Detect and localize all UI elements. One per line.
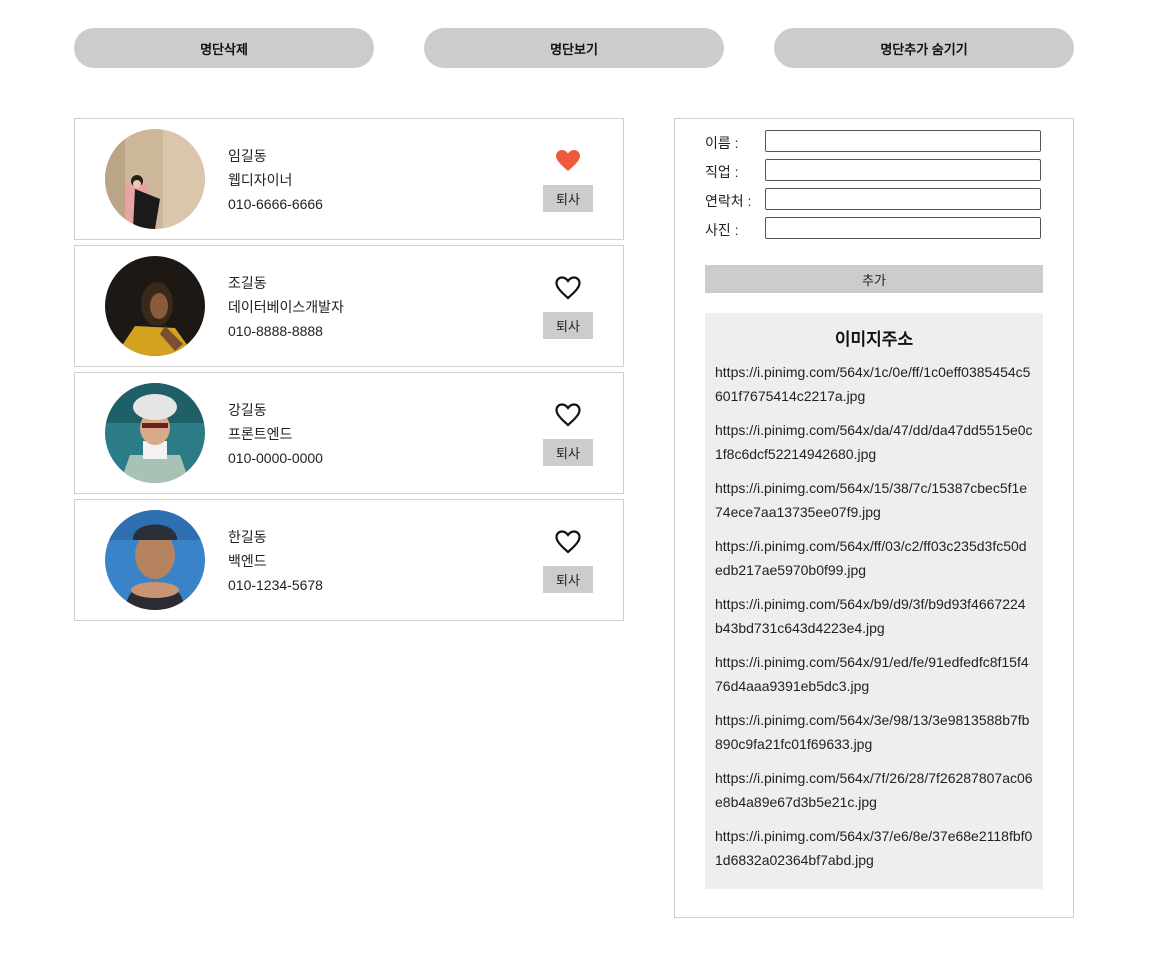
image-url-item: https://i.pinimg.com/564x/91/ed/fe/91edf… <box>715 654 1029 694</box>
image-url-list: 이미지주소 https://i.pinimg.com/564x/1c/0e/ff… <box>705 313 1043 889</box>
employee-card: 강길동 프론트엔드 010-0000-0000 퇴사 <box>74 372 624 494</box>
image-url-title: 이미지주소 <box>834 330 914 349</box>
image-url-item: https://i.pinimg.com/564x/15/38/7c/15387… <box>715 480 1028 520</box>
quit-button[interactable]: 퇴사 <box>543 566 593 593</box>
job-input[interactable] <box>765 159 1041 181</box>
employee-card: 한길동 백엔드 010-1234-5678 퇴사 <box>74 499 624 621</box>
employee-info: 조길동 데이터베이스개발자 010-8888-8888 <box>228 271 344 343</box>
quit-button[interactable]: 퇴사 <box>543 439 593 466</box>
image-url-item: https://i.pinimg.com/564x/37/e6/8e/37e68… <box>715 828 1033 868</box>
delete-list-button[interactable]: 명단삭제 <box>74 28 374 68</box>
employee-photo <box>105 383 205 483</box>
photo-label: 사진 : <box>705 222 739 238</box>
phone-label: 연락처 : <box>705 193 752 209</box>
image-url-item: https://i.pinimg.com/564x/ff/03/c2/ff03c… <box>715 538 1027 578</box>
employee-phone: 010-6666-6666 <box>228 196 323 212</box>
employee-info: 한길동 백엔드 010-1234-5678 <box>228 525 323 597</box>
name-label: 이름 : <box>705 135 739 151</box>
quit-button[interactable]: 퇴사 <box>543 312 593 339</box>
heart-outline-icon[interactable] <box>555 530 581 554</box>
job-label: 직업 : <box>705 164 739 180</box>
employee-card: 조길동 데이터베이스개발자 010-8888-8888 퇴사 <box>74 245 624 367</box>
quit-button[interactable]: 퇴사 <box>543 185 593 212</box>
employee-name: 강길동 <box>228 402 267 418</box>
add-button[interactable]: 추가 <box>705 265 1043 293</box>
toggle-add-form-button[interactable]: 명단추가 숨기기 <box>774 28 1074 68</box>
employee-job: 프론트엔드 <box>228 426 293 442</box>
heart-outline-icon[interactable] <box>555 276 581 300</box>
employee-card: 임길동 웹디자이너 010-6666-6666 퇴사 <box>74 118 624 240</box>
heart-filled-icon[interactable] <box>555 149 581 173</box>
image-url-item: https://i.pinimg.com/564x/da/47/dd/da47d… <box>715 422 1033 462</box>
employee-job: 데이터베이스개발자 <box>228 299 344 315</box>
employee-job: 웹디자이너 <box>228 172 293 188</box>
employee-name: 한길동 <box>228 529 267 545</box>
employee-phone: 010-0000-0000 <box>228 450 323 466</box>
heart-outline-icon[interactable] <box>555 403 581 427</box>
phone-input[interactable] <box>765 188 1041 210</box>
employee-name: 임길동 <box>228 148 267 164</box>
employee-name: 조길동 <box>228 275 267 291</box>
employee-job: 백엔드 <box>228 553 267 569</box>
image-url-item: https://i.pinimg.com/564x/b9/d9/3f/b9d93… <box>715 596 1026 636</box>
employee-info: 임길동 웹디자이너 010-6666-6666 <box>228 144 323 216</box>
image-url-item: https://i.pinimg.com/564x/3e/98/13/3e981… <box>715 712 1030 752</box>
image-url-item: https://i.pinimg.com/564x/7f/26/28/7f262… <box>715 770 1033 810</box>
employee-info: 강길동 프론트엔드 010-0000-0000 <box>228 398 323 470</box>
employee-phone: 010-1234-5678 <box>228 577 323 593</box>
image-url-item: https://i.pinimg.com/564x/1c/0e/ff/1c0ef… <box>715 364 1031 404</box>
employee-photo <box>105 256 205 356</box>
add-employee-panel: 이름 : 직업 : 연락처 : 사진 : 추가 이미지주소 https://i.… <box>674 118 1074 918</box>
view-list-button[interactable]: 명단보기 <box>424 28 724 68</box>
employee-phone: 010-8888-8888 <box>228 323 323 339</box>
employee-photo <box>105 129 205 229</box>
photo-input[interactable] <box>765 217 1041 239</box>
name-input[interactable] <box>765 130 1041 152</box>
employee-photo <box>105 510 205 610</box>
